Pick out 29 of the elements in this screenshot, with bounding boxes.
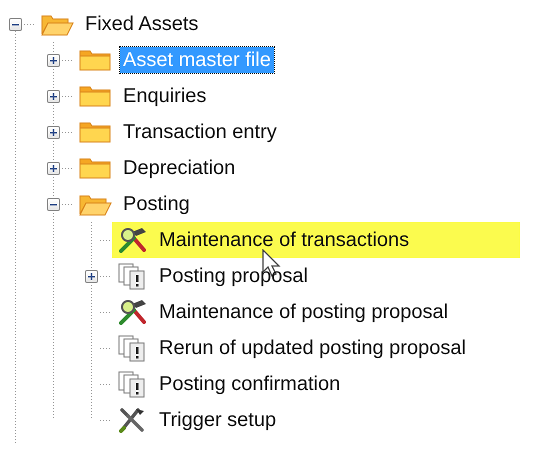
expand-button[interactable] <box>84 270 98 282</box>
tree-item[interactable]: Trigger setup <box>156 407 280 433</box>
plus-icon <box>48 92 58 100</box>
tree-item[interactable]: Fixed Assets <box>82 11 202 37</box>
tree-item[interactable]: Maintenance of posting proposal <box>156 299 452 325</box>
expand-button[interactable] <box>46 54 60 66</box>
collapse-button[interactable] <box>46 198 60 210</box>
collapse-button[interactable] <box>8 18 22 30</box>
plus-icon <box>48 128 58 136</box>
tree-item[interactable]: Enquiries <box>120 83 210 109</box>
folder-icon <box>78 156 112 180</box>
folder-icon <box>78 84 112 108</box>
expand-button[interactable] <box>46 90 60 102</box>
tree-item[interactable]: Transaction entry <box>120 119 280 145</box>
tree-item[interactable]: Posting confirmation <box>156 371 344 397</box>
expand-button[interactable] <box>46 162 60 174</box>
tree-item[interactable]: Posting proposal <box>156 263 311 289</box>
tree-item[interactable]: Posting <box>120 191 193 217</box>
expand-button[interactable] <box>46 126 60 138</box>
folder-icon <box>78 48 112 72</box>
magnifier-tools-icon <box>116 298 148 326</box>
plus-icon <box>48 56 58 64</box>
tree-item[interactable]: Rerun of updated posting proposal <box>156 335 469 361</box>
plus-icon <box>48 164 58 172</box>
tree-item[interactable]: Maintenance of transactions <box>156 227 412 253</box>
magnifier-tools-icon <box>116 226 148 254</box>
plus-icon <box>86 272 96 280</box>
tree-item[interactable]: Depreciation <box>120 155 238 181</box>
folder-icon <box>78 120 112 144</box>
